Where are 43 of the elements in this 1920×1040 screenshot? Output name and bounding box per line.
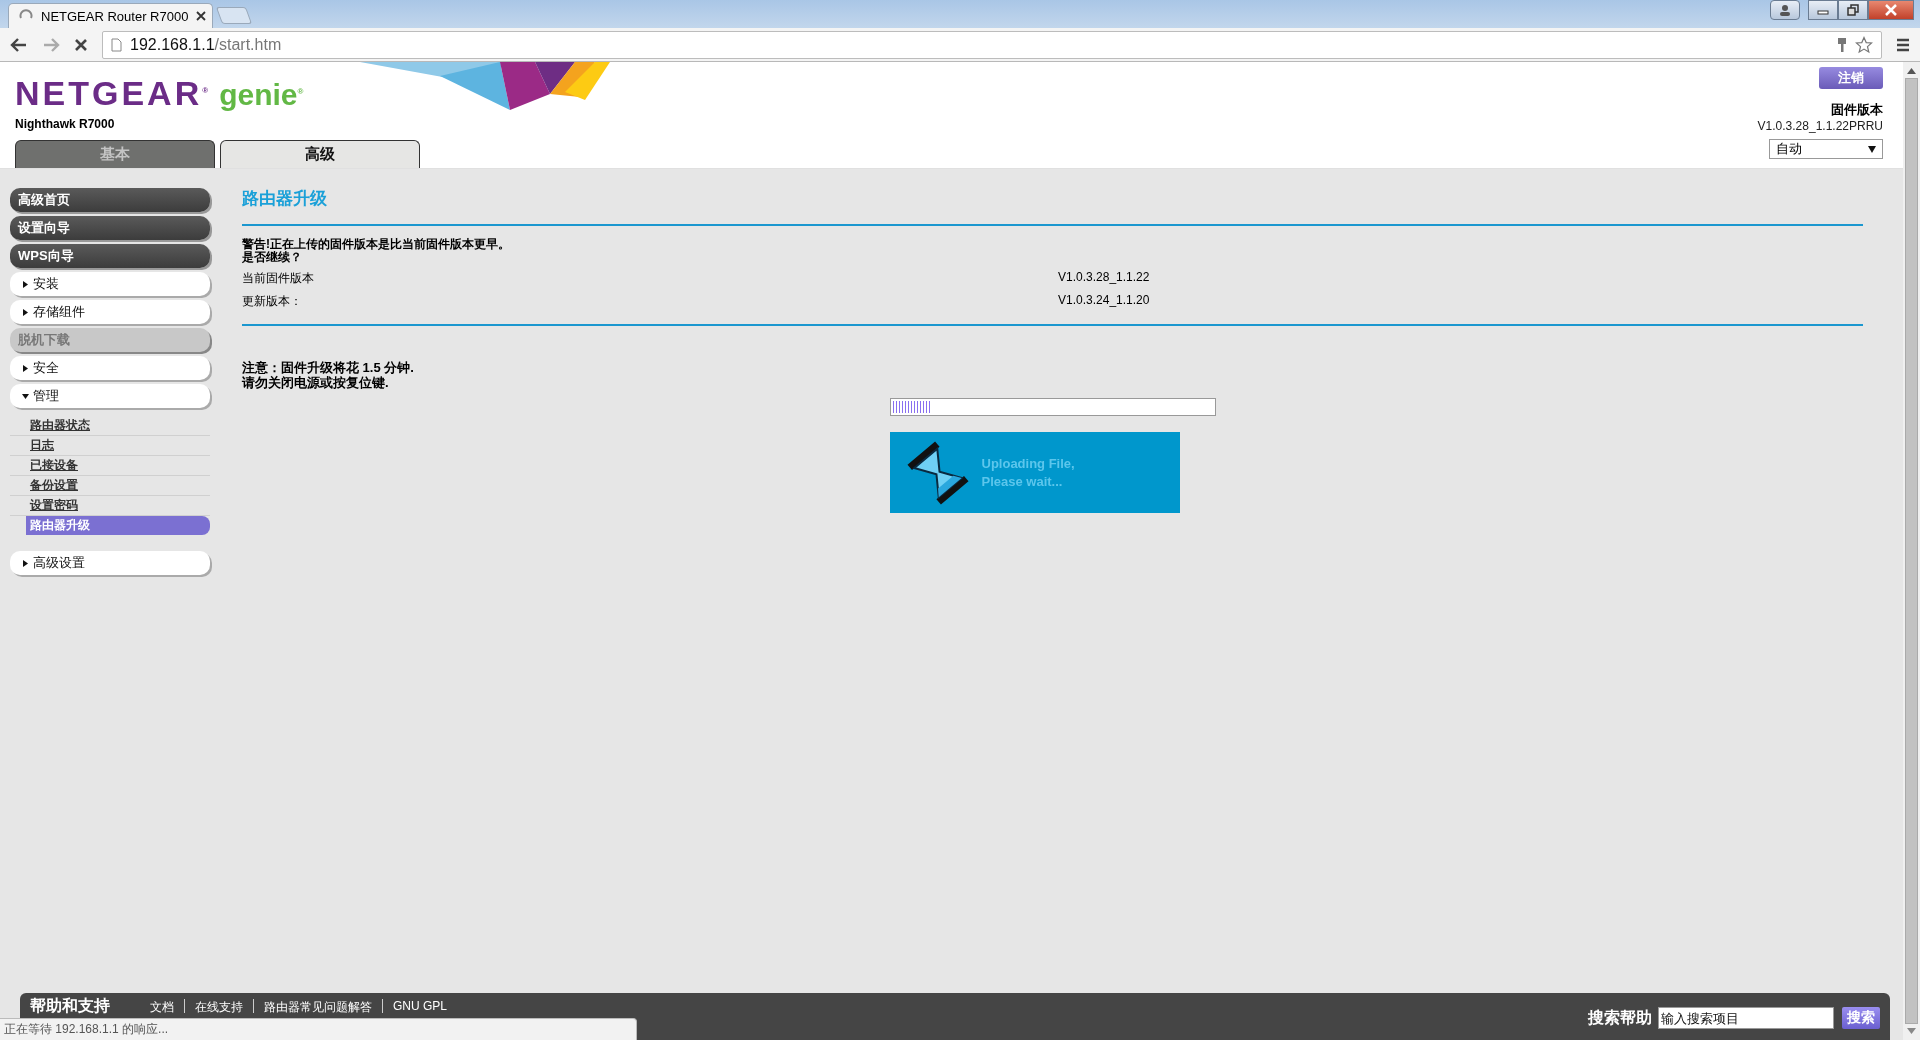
firmware-label: 固件版本: [1831, 101, 1883, 119]
notice-text: 注意：固件升级将花 1.5 分钟.: [242, 360, 415, 375]
menu-group[interactable]: 安装: [10, 272, 210, 296]
nav-tab[interactable]: 高级: [220, 140, 420, 168]
brand-logo: NETGEAR$^{®}$: [15, 74, 212, 113]
version-label: 当前固件版本: [242, 270, 315, 287]
firmware-version: V1.0.3.28_1.1.22PRRU: [1757, 119, 1883, 133]
notice-text: 请勿关闭电源或按复位键.: [242, 375, 390, 390]
menu-group[interactable]: 管理: [10, 384, 210, 408]
footer-link[interactable]: GNU GPL: [383, 999, 457, 1013]
product-logo: genie$^{®}$: [219, 78, 304, 112]
menu-item[interactable]: 设置向导: [10, 216, 210, 240]
version-value: V1.0.3.24_1.1.20: [1058, 293, 1150, 309]
version-value: V1.0.3.28_1.1.22: [1058, 270, 1150, 286]
version-label: 更新版本：: [242, 293, 303, 310]
search-label: 搜索帮助: [1588, 1007, 1652, 1028]
search-field[interactable]: 输入搜索项目: [1658, 1007, 1834, 1029]
submenu-link[interactable]: 已接设备: [30, 457, 78, 474]
address-bar[interactable]: 192.168.1.1/start.htm: [102, 30, 1882, 59]
model-name: Nighthawk R7000: [15, 117, 116, 131]
menu-item[interactable]: 高级首页: [10, 188, 210, 212]
menu-item[interactable]: WPS向导: [10, 244, 210, 268]
search-button[interactable]: 搜索: [1842, 1007, 1880, 1029]
logout-button[interactable]: 注销: [1819, 67, 1883, 89]
menu-group[interactable]: 安全: [10, 356, 210, 380]
upload-message: Uploading File,: [981, 454, 1075, 473]
menu-group[interactable]: 存储组件: [10, 300, 210, 324]
status-bubble: 正在等待 192.168.1.1 的响应...: [0, 1018, 637, 1040]
submenu-link[interactable]: 日志: [30, 437, 54, 454]
browser-tab[interactable]: NETGEAR Router R7000: [8, 3, 213, 28]
submenu-link[interactable]: 路由器状态: [30, 417, 90, 434]
submenu-link[interactable]: 设置密码: [30, 497, 78, 514]
footer-link[interactable]: 文档: [140, 999, 184, 1016]
upload-message: Please wait...: [981, 472, 1064, 491]
menu-group[interactable]: 高级设置: [10, 551, 210, 575]
footer-link[interactable]: 路由器常见问题解答: [254, 999, 382, 1016]
submenu-link[interactable]: 备份设置: [30, 477, 78, 494]
warning-text: 是否继续？: [242, 251, 303, 264]
warning-text: 警告!正在上传的固件版本是比当前固件版本更早。: [242, 238, 511, 251]
footer-title: 帮助和支持: [30, 996, 110, 1016]
language-select[interactable]: 自动: [1769, 139, 1883, 159]
page-title: 路由器升级: [242, 188, 328, 210]
footer-link[interactable]: 在线支持: [185, 999, 253, 1016]
